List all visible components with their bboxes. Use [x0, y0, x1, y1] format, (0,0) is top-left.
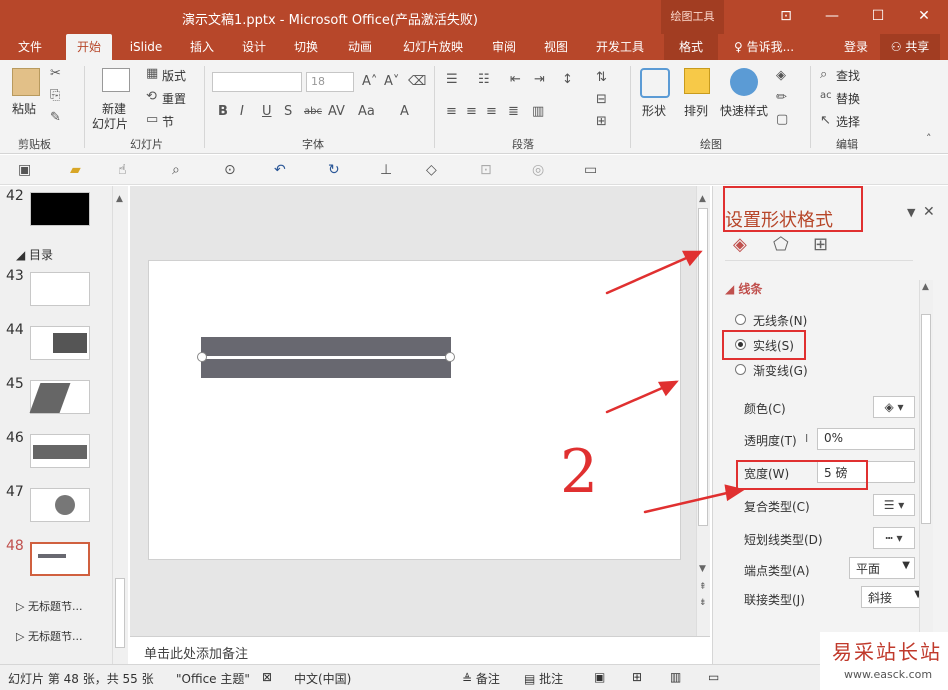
annotation-arrow-3	[643, 488, 742, 514]
theme-name: "Office 主题"	[176, 672, 250, 686]
slide-sorter-icon[interactable]: ⊞	[632, 670, 642, 684]
annotation-number: 2	[560, 437, 598, 507]
comments-button[interactable]: ▤ 批注	[524, 670, 563, 687]
annotation-arrowhead-3	[724, 484, 746, 502]
language[interactable]: 中文(中国)	[294, 670, 351, 687]
annotation-arrowhead-2	[657, 380, 679, 397]
normal-view-icon[interactable]: ▣	[594, 670, 605, 684]
annotation-overlay: 2	[560, 250, 746, 514]
watermark-title: 易采站长站	[832, 640, 942, 664]
watermark-logo: 易采站长站 www.easck.com	[820, 632, 948, 690]
annotation-arrowhead-1	[681, 250, 703, 267]
status-bar: 幻灯片 第 48 张，共 55 张 "Office 主题" ⊠ 中文(中国) ≜…	[0, 664, 948, 690]
reading-view-icon[interactable]: ▥	[670, 670, 681, 684]
slideshow-view-icon[interactable]: ▭	[708, 670, 719, 684]
notes-button[interactable]: ≜ 备注	[462, 670, 500, 687]
slide-count: 幻灯片 第 48 张，共 55 张	[8, 672, 154, 686]
accessibility-icon[interactable]: ⊠	[262, 670, 272, 684]
watermark-url: www.easck.com	[844, 668, 933, 681]
